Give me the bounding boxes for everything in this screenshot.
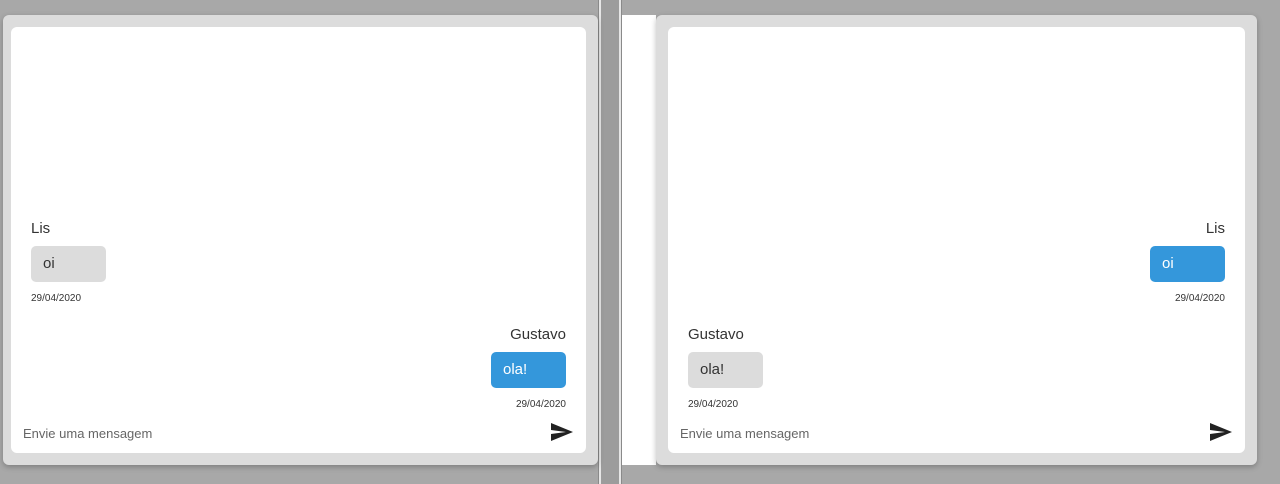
sidebar-strip [622,15,656,465]
message-bubble: ola! [688,352,763,388]
message-bubble: oi [31,246,106,282]
chat-card: Lis oi 29/04/2020 Gustavo ola! 29/04/202… [668,27,1245,453]
message-input[interactable] [23,423,503,443]
send-icon [551,423,573,441]
message-item: Gustavo ola! 29/04/2020 [688,326,1225,410]
message-input[interactable] [680,423,1160,443]
message-date: 29/04/2020 [515,399,566,410]
message-bubble: oi [1150,246,1225,282]
message-composer [11,415,586,453]
message-author: Gustavo [688,326,744,343]
message-date: 29/04/2020 [688,399,739,410]
chat-window-left: Lis oi 29/04/2020 Gustavo ola! 29/04/202… [3,15,598,465]
message-item: Lis oi 29/04/2020 [688,220,1225,304]
message-author: Lis [1205,220,1225,237]
message-item: Lis oi 29/04/2020 [31,220,566,304]
message-date: 29/04/2020 [1174,293,1225,304]
chat-card: Lis oi 29/04/2020 Gustavo ola! 29/04/202… [11,27,586,453]
message-author: Lis [31,220,51,237]
send-icon [1210,423,1232,441]
message-date: 29/04/2020 [31,293,82,304]
window-gap [601,0,619,484]
message-bubble: ola! [491,352,566,388]
send-button[interactable] [550,421,574,443]
send-button[interactable] [1209,421,1233,443]
chat-window-right: Lis oi 29/04/2020 Gustavo ola! 29/04/202… [656,15,1257,465]
message-item: Gustavo ola! 29/04/2020 [31,326,566,410]
window-border-left [598,0,601,484]
message-composer [668,415,1245,453]
message-author: Gustavo [510,326,566,343]
